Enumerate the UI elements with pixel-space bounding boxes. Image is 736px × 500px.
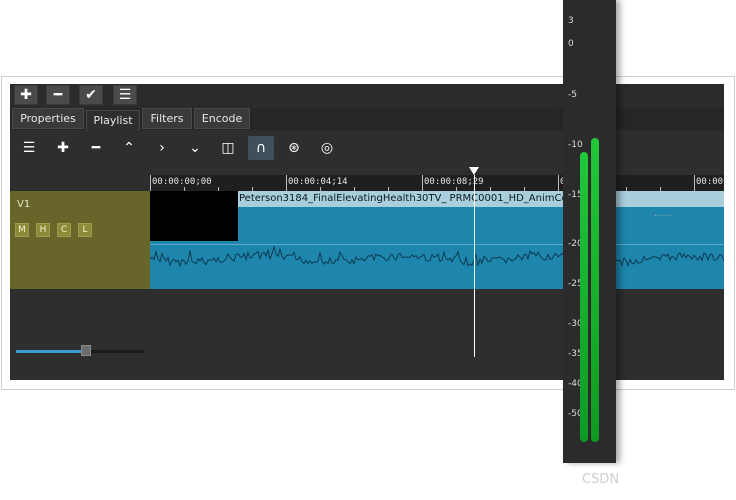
timeline-toolbar: ☰ ✚ ━ ⌃ › ⌄ ◫ ∩ ⊛ ◎ [10, 134, 724, 164]
meter-bar-right [591, 138, 599, 442]
ruler-tick [558, 175, 559, 191]
ripple-icon[interactable]: ◎ [314, 136, 340, 160]
audio-waveform [150, 245, 724, 268]
minus-icon[interactable]: ━ [46, 85, 70, 105]
timeline-clip[interactable]: Peterson3184_FinalElevatingHealth30TV_ P… [150, 191, 724, 289]
append-icon[interactable]: ✚ [50, 136, 76, 160]
ruler-timecode: 00:00: [696, 177, 729, 187]
timeline-ruler[interactable]: 00:00:00;00 00:00:04;14 00:00:08;29 0 00… [150, 175, 729, 191]
remove-icon[interactable]: ━ [83, 136, 109, 160]
lock-button[interactable]: L [78, 223, 92, 237]
ruler-tick [694, 175, 695, 191]
clip-title: Peterson3184_FinalElevatingHealth30TV_ P… [239, 193, 574, 204]
mute-button[interactable]: M [15, 223, 29, 237]
hide-button[interactable]: H [36, 223, 50, 237]
audio-level-meter: 3 0 -5 -10 -15 -20 -25 -30 -35 -40 -50 [563, 0, 616, 463]
playhead-line [474, 175, 475, 357]
meter-bar-left [580, 151, 588, 442]
watermark: CSDN [582, 472, 620, 487]
zoom-slider-fill [16, 350, 87, 353]
toolbar-overflow: ...... [654, 209, 672, 219]
scrub-icon[interactable]: ⊛ [281, 136, 307, 160]
tab-playlist[interactable]: Playlist [86, 110, 140, 131]
lift-icon[interactable]: ⌃ [116, 136, 142, 160]
top-toolbar: ✚ ━ ✔ ☰ [10, 84, 724, 108]
track-name: V1 [17, 199, 31, 210]
playhead-marker[interactable] [469, 167, 479, 175]
tab-properties[interactable]: Properties [12, 108, 84, 129]
split-at-playhead-icon[interactable]: ◫ [215, 136, 241, 160]
meter-scale-label: 3 [568, 16, 574, 26]
split-icon[interactable]: ⌄ [182, 136, 208, 160]
zoom-slider-handle[interactable] [81, 345, 92, 356]
tab-filters[interactable]: Filters [142, 108, 192, 129]
tab-encode[interactable]: Encode [194, 108, 250, 129]
check-icon[interactable]: ✔ [79, 85, 103, 105]
meter-scale-label: -10 [568, 140, 583, 150]
clip-thumbnail [150, 191, 238, 241]
ruler-tick [150, 175, 151, 191]
composite-button[interactable]: C [57, 223, 71, 237]
meter-scale-label: -5 [568, 90, 577, 100]
plus-icon[interactable]: ✚ [14, 85, 38, 105]
ruler-timecode: 00:00:04;14 [288, 177, 348, 187]
snap-icon[interactable]: ∩ [248, 136, 274, 160]
shotcut-window: ✚ ━ ✔ ☰ Properties Playlist Filters Enco… [10, 84, 729, 380]
timeline-menu-icon[interactable]: ☰ [16, 136, 42, 160]
menu-icon[interactable]: ☰ [113, 85, 137, 105]
track-header-v1[interactable]: V1 M H C L [10, 191, 150, 289]
panel-tabs: Properties Playlist Filters Encode [10, 108, 724, 131]
overwrite-icon[interactable]: › [149, 136, 175, 160]
ruler-timecode: 00:00:00;00 [152, 177, 212, 187]
meter-scale-label: 0 [568, 39, 574, 49]
ruler-tick [286, 175, 287, 191]
ruler-tick [422, 175, 423, 191]
